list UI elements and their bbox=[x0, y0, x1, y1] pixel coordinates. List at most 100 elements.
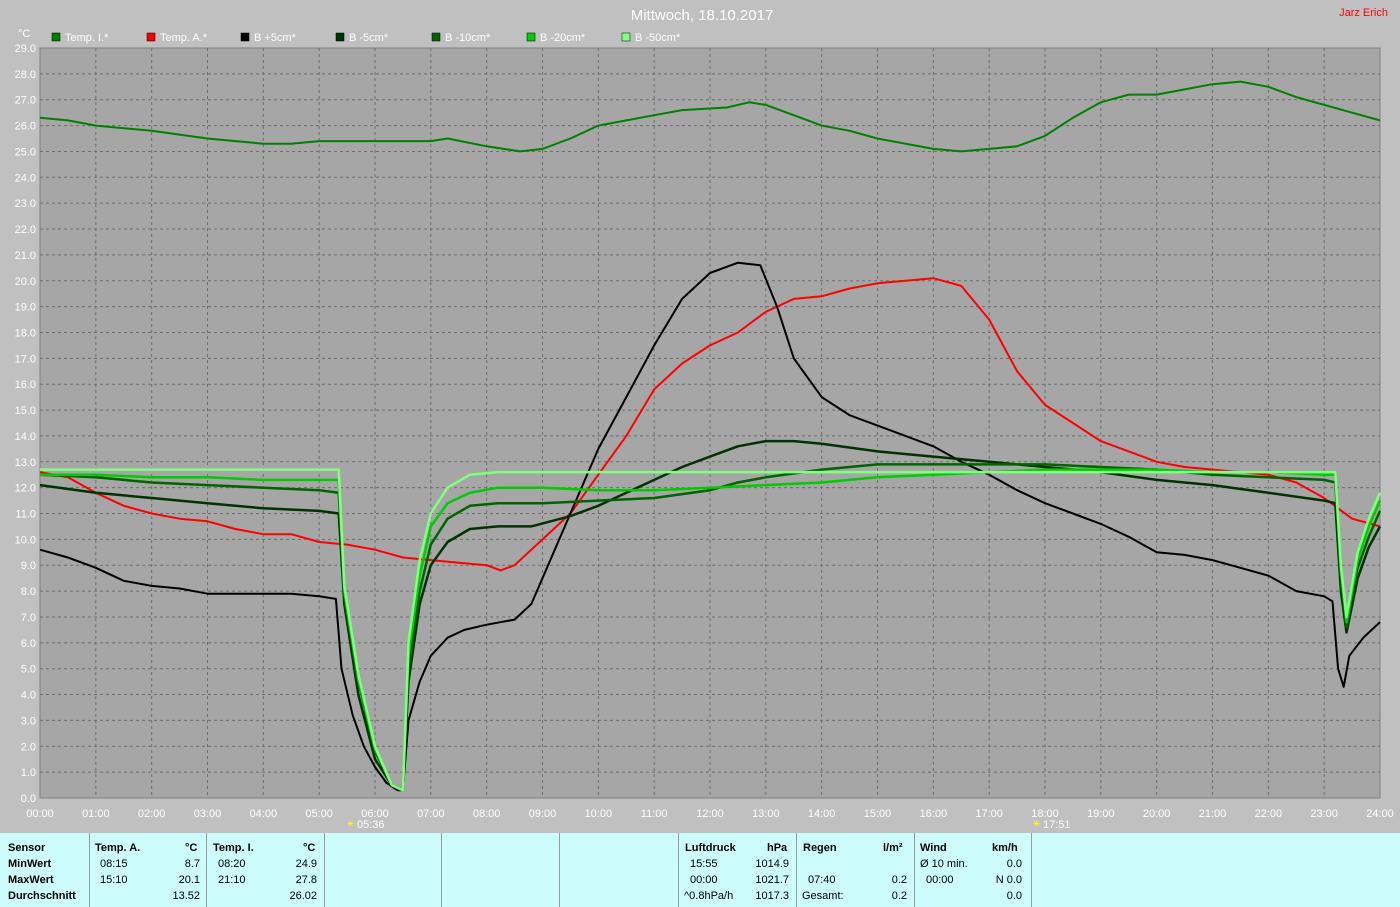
y-tick-label: 11.0 bbox=[15, 509, 36, 521]
legend-swatch bbox=[146, 32, 156, 42]
row-label-min: MinWert bbox=[8, 858, 52, 870]
author-label: Jarz Erich bbox=[1339, 7, 1388, 19]
tempI-unit: °C bbox=[303, 842, 316, 854]
pressure-header: Luftdruck bbox=[685, 842, 736, 854]
sunset-marker: ☀ 17:51 bbox=[1032, 819, 1071, 831]
y-tick-label: 23.0 bbox=[15, 198, 36, 210]
y-tick-label: 9.0 bbox=[21, 560, 36, 572]
y-tick-label: 6.0 bbox=[21, 638, 36, 650]
pressure-trend: ^0.8hPa/h bbox=[684, 890, 734, 902]
wind-max-time: 00:00 bbox=[926, 874, 954, 886]
tempA-max: 20.1 bbox=[178, 874, 200, 886]
sunset-time: 17:51 bbox=[1043, 819, 1071, 831]
rain-total-label: Gesamt: bbox=[802, 890, 844, 902]
tempI-avg: 26.02 bbox=[289, 890, 317, 902]
legend-label: B -10cm* bbox=[445, 32, 491, 44]
sensor-header: Sensor bbox=[8, 842, 46, 854]
y-tick-label: 19.0 bbox=[15, 302, 36, 314]
y-tick-label: 1.0 bbox=[21, 767, 36, 779]
x-tick-label: 15:00 bbox=[864, 808, 892, 820]
y-tick-label: 15.0 bbox=[15, 405, 36, 417]
pressure-max-time: 00:00 bbox=[690, 874, 718, 886]
pressure-min-time: 15:55 bbox=[690, 858, 718, 870]
wind-max-dir: N 0.0 bbox=[995, 874, 1022, 886]
legend-label: Temp. I.* bbox=[65, 32, 109, 44]
temperature-chart: Mittwoch, 18.10.2017 Jarz Erich °C Temp.… bbox=[15, 7, 1394, 831]
y-tick-label: 10.0 bbox=[15, 534, 36, 546]
legend: Temp. I.* Temp. A.* B +5cm* B -5cm* B -10cm*… bbox=[51, 32, 681, 44]
y-tick-label: 13.0 bbox=[15, 457, 36, 469]
x-tick-label: 08:00 bbox=[473, 808, 501, 820]
legend-label: B -20cm* bbox=[540, 32, 586, 44]
x-tick-label: 22:00 bbox=[1255, 808, 1283, 820]
x-tick-label: 13:00 bbox=[752, 808, 780, 820]
x-tick-label: 00:00 bbox=[26, 808, 54, 820]
tempA-max-time: 15:10 bbox=[100, 874, 128, 886]
y-tick-label: 22.0 bbox=[15, 224, 36, 236]
rain-max: 0.2 bbox=[891, 874, 907, 886]
x-tick-label: 21:00 bbox=[1199, 808, 1227, 820]
wind-header: Wind bbox=[920, 842, 947, 854]
legend-label: B -50cm* bbox=[635, 32, 681, 44]
y-tick-label: 26.0 bbox=[15, 121, 36, 133]
y-tick-label: 4.0 bbox=[21, 690, 36, 702]
y-tick-label: 16.0 bbox=[15, 379, 36, 391]
legend-swatch bbox=[431, 32, 441, 42]
x-tick-label: 07:00 bbox=[417, 808, 445, 820]
x-tick-label: 12:00 bbox=[696, 808, 724, 820]
stats-table: Sensor MinWert MaxWert Durchschnitt Temp… bbox=[0, 833, 1400, 907]
rain-max-time: 07:40 bbox=[808, 874, 836, 886]
sunrise-time: 05:36 bbox=[357, 819, 385, 831]
wind-total: 0.0 bbox=[1006, 890, 1022, 902]
tempI-max: 27.8 bbox=[295, 874, 317, 886]
sunrise-icon: ☀ bbox=[346, 819, 355, 830]
tempA-unit: °C bbox=[185, 842, 198, 854]
pressure-max: 1021.7 bbox=[755, 874, 789, 886]
y-tick-label: 8.0 bbox=[21, 586, 36, 598]
y-tick-label: 21.0 bbox=[15, 250, 36, 262]
x-tick-label: 05:00 bbox=[305, 808, 333, 820]
y-tick-label: 28.0 bbox=[15, 69, 36, 81]
y-tick-label: 27.0 bbox=[15, 95, 36, 107]
row-label-max: MaxWert bbox=[8, 874, 54, 886]
x-tick-label: 09:00 bbox=[529, 808, 557, 820]
legend-label: B -5cm* bbox=[349, 32, 389, 44]
y-tick-label: 12.0 bbox=[15, 483, 36, 495]
sunrise-marker: ☀ 05:36 bbox=[346, 819, 385, 831]
legend-label: B +5cm* bbox=[254, 32, 297, 44]
x-tick-label: 16:00 bbox=[920, 808, 948, 820]
rain-header: Regen bbox=[803, 842, 837, 854]
pressure-min: 1014.9 bbox=[755, 858, 789, 870]
x-tick-label: 10:00 bbox=[585, 808, 613, 820]
legend-swatch bbox=[240, 32, 250, 42]
row-label-avg: Durchschnitt bbox=[8, 890, 76, 902]
y-tick-label: 7.0 bbox=[21, 612, 36, 624]
x-tick-label: 04:00 bbox=[250, 808, 278, 820]
tempA-header: Temp. A. bbox=[95, 842, 141, 854]
y-tick-label: 0.0 bbox=[21, 793, 36, 805]
y-tick-label: 20.0 bbox=[15, 276, 36, 288]
sunset-icon: ☀ bbox=[1032, 819, 1041, 830]
x-tick-label: 24:00 bbox=[1366, 808, 1394, 820]
x-tick-label: 14:00 bbox=[808, 808, 836, 820]
y-tick-label: 25.0 bbox=[15, 146, 36, 158]
x-tick-label: 11:00 bbox=[641, 808, 668, 820]
x-tick-label: 03:00 bbox=[194, 808, 222, 820]
legend-swatch bbox=[335, 32, 345, 42]
wind-unit: km/h bbox=[992, 842, 1018, 854]
tempI-min-time: 08:20 bbox=[218, 858, 246, 870]
pressure-unit: hPa bbox=[767, 842, 788, 854]
y-tick-label: 17.0 bbox=[15, 353, 36, 365]
y-tick-label: 14.0 bbox=[15, 431, 36, 443]
legend-swatch bbox=[51, 32, 61, 42]
tempI-header: Temp. I. bbox=[213, 842, 254, 854]
x-tick-label: 17:00 bbox=[975, 808, 1003, 820]
wind-avg-label: Ø 10 min. bbox=[920, 858, 968, 870]
x-tick-label: 20:00 bbox=[1143, 808, 1171, 820]
y-tick-label: 24.0 bbox=[15, 172, 36, 184]
x-tick-label: 19:00 bbox=[1087, 808, 1115, 820]
tempA-avg: 13.52 bbox=[172, 890, 200, 902]
tempA-min: 8.7 bbox=[184, 858, 200, 870]
y-tick-label: 2.0 bbox=[21, 741, 36, 753]
legend-label: Temp. A.* bbox=[160, 32, 208, 44]
